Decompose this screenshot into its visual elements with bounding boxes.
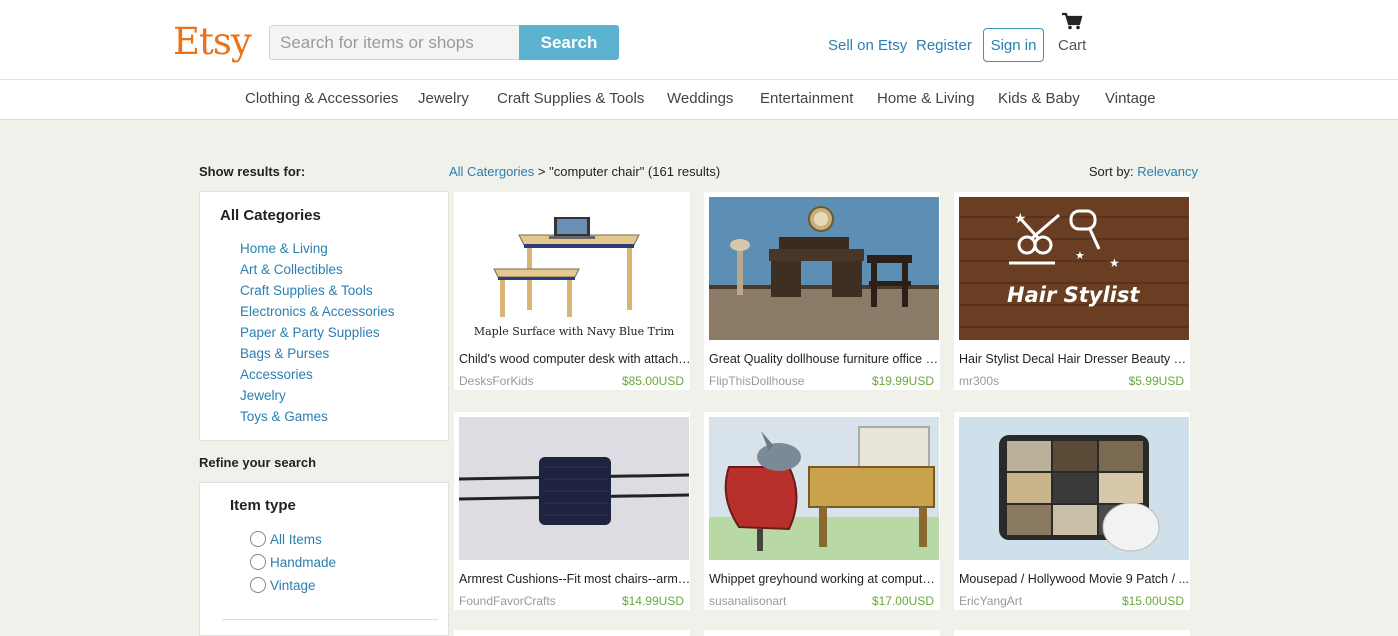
radio-handmade[interactable]: Handmade [250, 553, 336, 571]
listing-image[interactable]: ★ ★ ★ Hair Stylist [959, 197, 1189, 340]
listing-price: $85.00USD [621, 374, 684, 388]
sort-control: Sort by: Relevancy [1089, 164, 1198, 179]
listing-shop[interactable]: FlipThisDollhouse [709, 374, 804, 388]
listing-card[interactable]: Whippet greyhound working at computer...… [704, 412, 941, 610]
radio-button[interactable] [250, 577, 266, 593]
listing-price: $14.99USD [621, 594, 684, 608]
shopping-cart-icon[interactable] [1057, 12, 1087, 35]
svg-text:★: ★ [1014, 211, 1027, 227]
listing-title[interactable]: Child's wood computer desk with attache.… [459, 352, 691, 366]
category-link-art-collectibles[interactable]: Art & Collectibles [240, 262, 343, 277]
listing-title[interactable]: Hair Stylist Decal Hair Dresser Beauty S… [959, 352, 1191, 366]
cart-link[interactable]: Cart [1058, 37, 1086, 54]
radio-button[interactable] [250, 554, 266, 570]
sign-in-button[interactable]: Sign in [983, 28, 1044, 62]
listing-shop[interactable]: FoundFavorCrafts [459, 594, 556, 608]
listing-price: $5.99USD [1128, 374, 1184, 388]
category-link-paper-party[interactable]: Paper & Party Supplies [240, 325, 380, 340]
listing-card[interactable]: ★ ★ ★ Hair Stylist Hair Stylist Decal Ha… [954, 192, 1191, 390]
item-type-panel: Item type All Items Handmade Vintage [199, 482, 449, 636]
refine-search-title: Refine your search [199, 455, 317, 470]
listing-image[interactable]: Maple Surface with Navy Blue Trim [459, 197, 689, 340]
nav-jewelry[interactable]: Jewelry [418, 90, 469, 107]
listing-card[interactable] [454, 630, 690, 636]
listing-image[interactable] [709, 417, 939, 560]
listing-image[interactable] [709, 197, 939, 340]
category-link-bags-purses[interactable]: Bags & Purses [240, 346, 329, 361]
listing-shop[interactable]: EricYangArt [959, 594, 1022, 608]
category-panel: All Categories Home & Living Art & Colle… [199, 191, 449, 441]
panel-divider [222, 619, 438, 620]
show-results-title: Show results for: [199, 164, 306, 179]
listing-price: $17.00USD [871, 594, 934, 608]
radio-label[interactable]: All Items [270, 532, 322, 547]
breadcrumb-query: "computer chair" (161 results) [549, 164, 721, 179]
item-type-heading: Item type [230, 497, 296, 514]
category-link-home-living[interactable]: Home & Living [240, 241, 328, 256]
svg-text:★: ★ [1109, 256, 1120, 270]
search-input[interactable] [269, 25, 521, 60]
category-nav: Clothing & Accessories Jewelry Craft Sup… [0, 80, 1398, 120]
listing-shop[interactable]: DesksForKids [459, 374, 534, 388]
nav-home-living[interactable]: Home & Living [877, 90, 975, 107]
category-link-accessories[interactable]: Accessories [240, 367, 313, 382]
listing-title[interactable]: Whippet greyhound working at computer... [709, 572, 941, 586]
listing-card[interactable] [954, 630, 1190, 636]
breadcrumb-all-categories-link[interactable]: All Catergories [449, 164, 534, 179]
nav-kids-baby[interactable]: Kids & Baby [998, 90, 1080, 107]
listing-price: $15.00USD [1121, 594, 1184, 608]
sort-label: Sort by: [1088, 164, 1138, 179]
nav-entertainment[interactable]: Entertainment [760, 90, 853, 107]
listing-title[interactable]: Great Quality dollhouse furniture office… [709, 352, 941, 366]
nav-clothing-accessories[interactable]: Clothing & Accessories [245, 90, 398, 107]
listing-shop[interactable]: mr300s [959, 374, 999, 388]
breadcrumb-separator: > [534, 164, 550, 179]
register-link[interactable]: Register [916, 37, 972, 54]
sort-dropdown[interactable]: Relevancy [1137, 164, 1198, 179]
site-header: Etsy Search Sell on Etsy Register Sign i… [0, 0, 1398, 80]
listing-card[interactable]: Mousepad / Hollywood Movie 9 Patch / ...… [954, 412, 1190, 610]
category-link-craft-supplies[interactable]: Craft Supplies & Tools [240, 283, 373, 298]
nav-weddings[interactable]: Weddings [667, 90, 733, 107]
all-categories-heading: All Categories [220, 207, 321, 224]
listing-card[interactable]: Maple Surface with Navy Blue Trim Child'… [454, 192, 691, 390]
category-link-electronics[interactable]: Electronics & Accessories [240, 304, 395, 319]
listing-title[interactable]: Mousepad / Hollywood Movie 9 Patch / ... [959, 572, 1191, 586]
listing-card[interactable]: Armrest Cushions--Fit most chairs--arm r… [454, 412, 691, 610]
radio-button[interactable] [250, 531, 266, 547]
breadcrumb: All Catergories > "computer chair" (161 … [449, 164, 720, 179]
listing-card[interactable] [704, 630, 940, 636]
listing-image[interactable] [959, 417, 1189, 560]
image-caption: Maple Surface with Navy Blue Trim [473, 325, 675, 338]
radio-label[interactable]: Handmade [270, 555, 336, 570]
nav-vintage[interactable]: Vintage [1105, 90, 1156, 107]
sell-on-etsy-link[interactable]: Sell on Etsy [828, 37, 907, 54]
image-caption: Hair Stylist [1007, 283, 1140, 307]
svg-text:★: ★ [1075, 249, 1085, 262]
category-link-toys-games[interactable]: Toys & Games [240, 409, 328, 424]
listing-shop[interactable]: susanalisonart [709, 594, 786, 608]
etsy-logo[interactable]: Etsy [173, 20, 252, 63]
nav-craft-supplies[interactable]: Craft Supplies & Tools [497, 90, 644, 107]
radio-all-items[interactable]: All Items [250, 530, 322, 548]
listing-price: $19.99USD [871, 374, 934, 388]
listing-card[interactable]: Great Quality dollhouse furniture office… [704, 192, 941, 390]
search-button[interactable]: Search [519, 25, 619, 60]
radio-vintage[interactable]: Vintage [250, 576, 316, 594]
listing-image[interactable] [459, 417, 689, 560]
category-link-jewelry[interactable]: Jewelry [240, 388, 286, 403]
radio-label[interactable]: Vintage [270, 578, 316, 593]
listing-title[interactable]: Armrest Cushions--Fit most chairs--arm r… [459, 572, 691, 586]
